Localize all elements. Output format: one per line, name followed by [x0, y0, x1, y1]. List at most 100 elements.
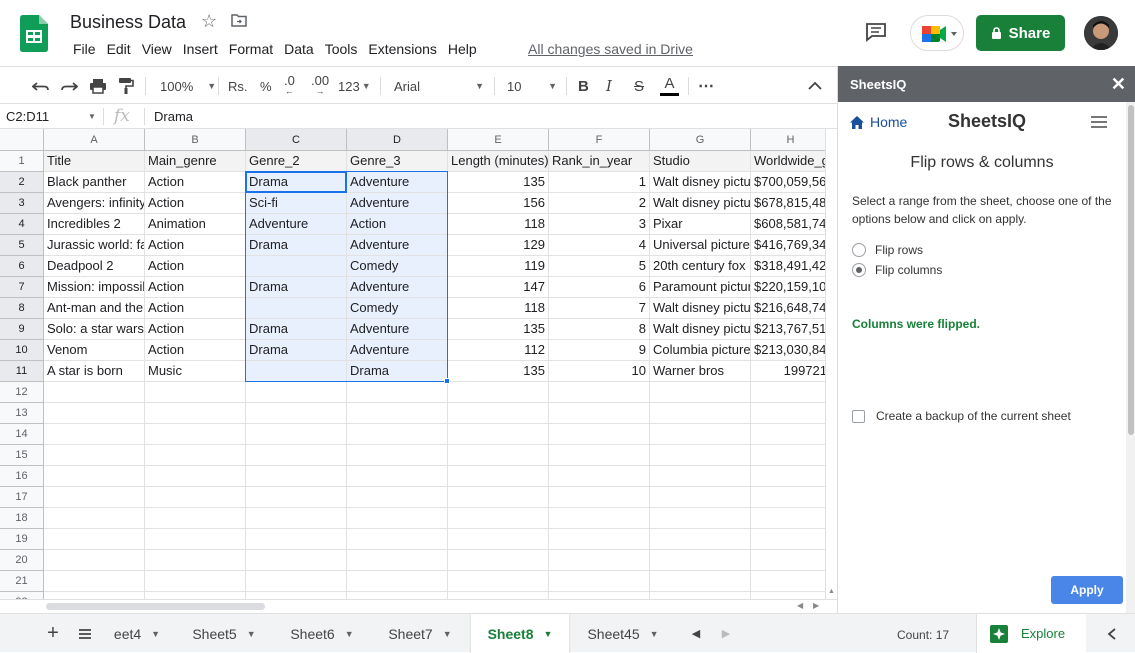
cell[interactable] — [145, 592, 246, 599]
row-header[interactable]: 22 — [0, 592, 44, 599]
cell[interactable]: 119 — [448, 256, 549, 277]
cell[interactable] — [44, 592, 145, 599]
cell[interactable]: $416,769,345 — [751, 235, 825, 256]
sheet-tab-sheet8[interactable]: Sheet8 ▼ — [471, 614, 569, 653]
cell[interactable] — [549, 382, 650, 403]
cell[interactable] — [246, 256, 347, 277]
cell[interactable]: Incredibles 2 — [44, 214, 145, 235]
scroll-right-icon[interactable]: ▶ — [813, 601, 819, 610]
italic-button[interactable]: I — [606, 67, 612, 105]
cell[interactable] — [44, 571, 145, 592]
cell[interactable]: $608,581,744 — [751, 214, 825, 235]
sidebar-scrollbar[interactable] — [1126, 102, 1135, 613]
font-family-select[interactable]: Arial ▼ — [394, 67, 484, 105]
font-size-select[interactable]: 10 ▼ — [507, 67, 557, 105]
add-sheet-icon[interactable]: + — [38, 614, 68, 653]
backup-checkbox[interactable]: Create a backup of the current sheet — [852, 409, 1071, 423]
cell[interactable]: Drama — [347, 361, 448, 382]
redo-icon[interactable] — [60, 67, 78, 105]
cell[interactable] — [448, 445, 549, 466]
cell[interactable]: $678,815,482 — [751, 193, 825, 214]
cell[interactable]: Animation — [145, 214, 246, 235]
column-header-b[interactable]: B — [145, 129, 246, 151]
tabs-scroll-left-icon[interactable]: ◀ — [686, 614, 706, 653]
checkbox-box[interactable] — [852, 409, 865, 423]
cell[interactable] — [448, 592, 549, 599]
header-cell[interactable]: Genre_2 — [246, 151, 347, 172]
cell[interactable]: 9 — [549, 340, 650, 361]
cell[interactable] — [246, 382, 347, 403]
row-header[interactable]: 20 — [0, 550, 44, 571]
user-avatar[interactable] — [1084, 16, 1118, 50]
cell[interactable] — [347, 592, 448, 599]
cell[interactable] — [650, 445, 751, 466]
cell[interactable] — [448, 529, 549, 550]
cell[interactable] — [650, 571, 751, 592]
cell[interactable]: 199721 — [751, 361, 825, 382]
header-cell[interactable]: Genre_3 — [347, 151, 448, 172]
cell[interactable]: A star is born — [44, 361, 145, 382]
cell[interactable]: 2 — [549, 193, 650, 214]
sheet-tab-sheet6[interactable]: Sheet6 ▼ — [274, 614, 370, 653]
cell[interactable]: Adventure — [347, 172, 448, 193]
cell[interactable] — [347, 550, 448, 571]
cell[interactable] — [246, 445, 347, 466]
sheet-tab-sheet45[interactable]: Sheet45 ▼ — [571, 614, 675, 653]
cell[interactable] — [347, 529, 448, 550]
menu-format[interactable]: Format — [224, 40, 278, 58]
increase-decimal-button[interactable]: .00 → — [311, 67, 329, 105]
cell[interactable]: Drama — [246, 277, 347, 298]
cell[interactable]: $220,159,104 — [751, 277, 825, 298]
horizontal-scroll-thumb[interactable] — [46, 603, 265, 610]
cell[interactable]: Ant-man and the wasp — [44, 298, 145, 319]
cell[interactable]: 10 — [549, 361, 650, 382]
cell[interactable]: Columbia pictures — [650, 340, 751, 361]
column-header-c[interactable]: C — [246, 129, 347, 151]
cell[interactable] — [751, 487, 825, 508]
column-header-g[interactable]: G — [650, 129, 751, 151]
cell[interactable] — [347, 508, 448, 529]
cell[interactable]: 3 — [549, 214, 650, 235]
cell[interactable] — [44, 508, 145, 529]
menu-data[interactable]: Data — [279, 40, 319, 58]
cell[interactable] — [44, 403, 145, 424]
cell[interactable]: Avengers: infinity war — [44, 193, 145, 214]
cell[interactable] — [145, 529, 246, 550]
cell[interactable]: Universal pictures — [650, 235, 751, 256]
radio-circle[interactable] — [852, 243, 866, 257]
cell[interactable]: Adventure — [347, 319, 448, 340]
cell[interactable] — [650, 592, 751, 599]
cell[interactable]: Mission: impossible - fallout — [44, 277, 145, 298]
cell[interactable] — [246, 466, 347, 487]
cell[interactable] — [549, 508, 650, 529]
more-options-button[interactable]: ⋯ — [698, 67, 714, 105]
cell[interactable] — [751, 529, 825, 550]
cell[interactable]: Black panther — [44, 172, 145, 193]
all-sheets-icon[interactable] — [72, 614, 98, 653]
cell[interactable] — [246, 361, 347, 382]
cell[interactable] — [549, 403, 650, 424]
save-status-link[interactable]: All changes saved in Drive — [528, 41, 693, 57]
cell[interactable]: Walt disney pictures — [650, 319, 751, 340]
name-box-caret-icon[interactable]: ▼ — [88, 112, 96, 121]
cell[interactable] — [549, 529, 650, 550]
menu-file[interactable]: File — [68, 40, 101, 58]
cell[interactable] — [44, 445, 145, 466]
header-cell[interactable]: Length (minutes) — [448, 151, 549, 172]
menu-help[interactable]: Help — [443, 40, 482, 58]
cell[interactable] — [549, 592, 650, 599]
header-cell[interactable]: Studio — [650, 151, 751, 172]
cell[interactable] — [650, 529, 751, 550]
cell[interactable] — [751, 466, 825, 487]
cell[interactable] — [347, 382, 448, 403]
cell[interactable] — [246, 403, 347, 424]
cell[interactable] — [246, 424, 347, 445]
cell[interactable]: 135 — [448, 361, 549, 382]
selection-count[interactable]: Count: 17 — [897, 628, 949, 642]
cell[interactable] — [650, 466, 751, 487]
cell[interactable]: $700,059,566 — [751, 172, 825, 193]
flip-columns-radio[interactable]: Flip columns — [852, 263, 942, 277]
cell[interactable]: Action — [145, 277, 246, 298]
row-header[interactable]: 18 — [0, 508, 44, 529]
cell[interactable] — [246, 529, 347, 550]
